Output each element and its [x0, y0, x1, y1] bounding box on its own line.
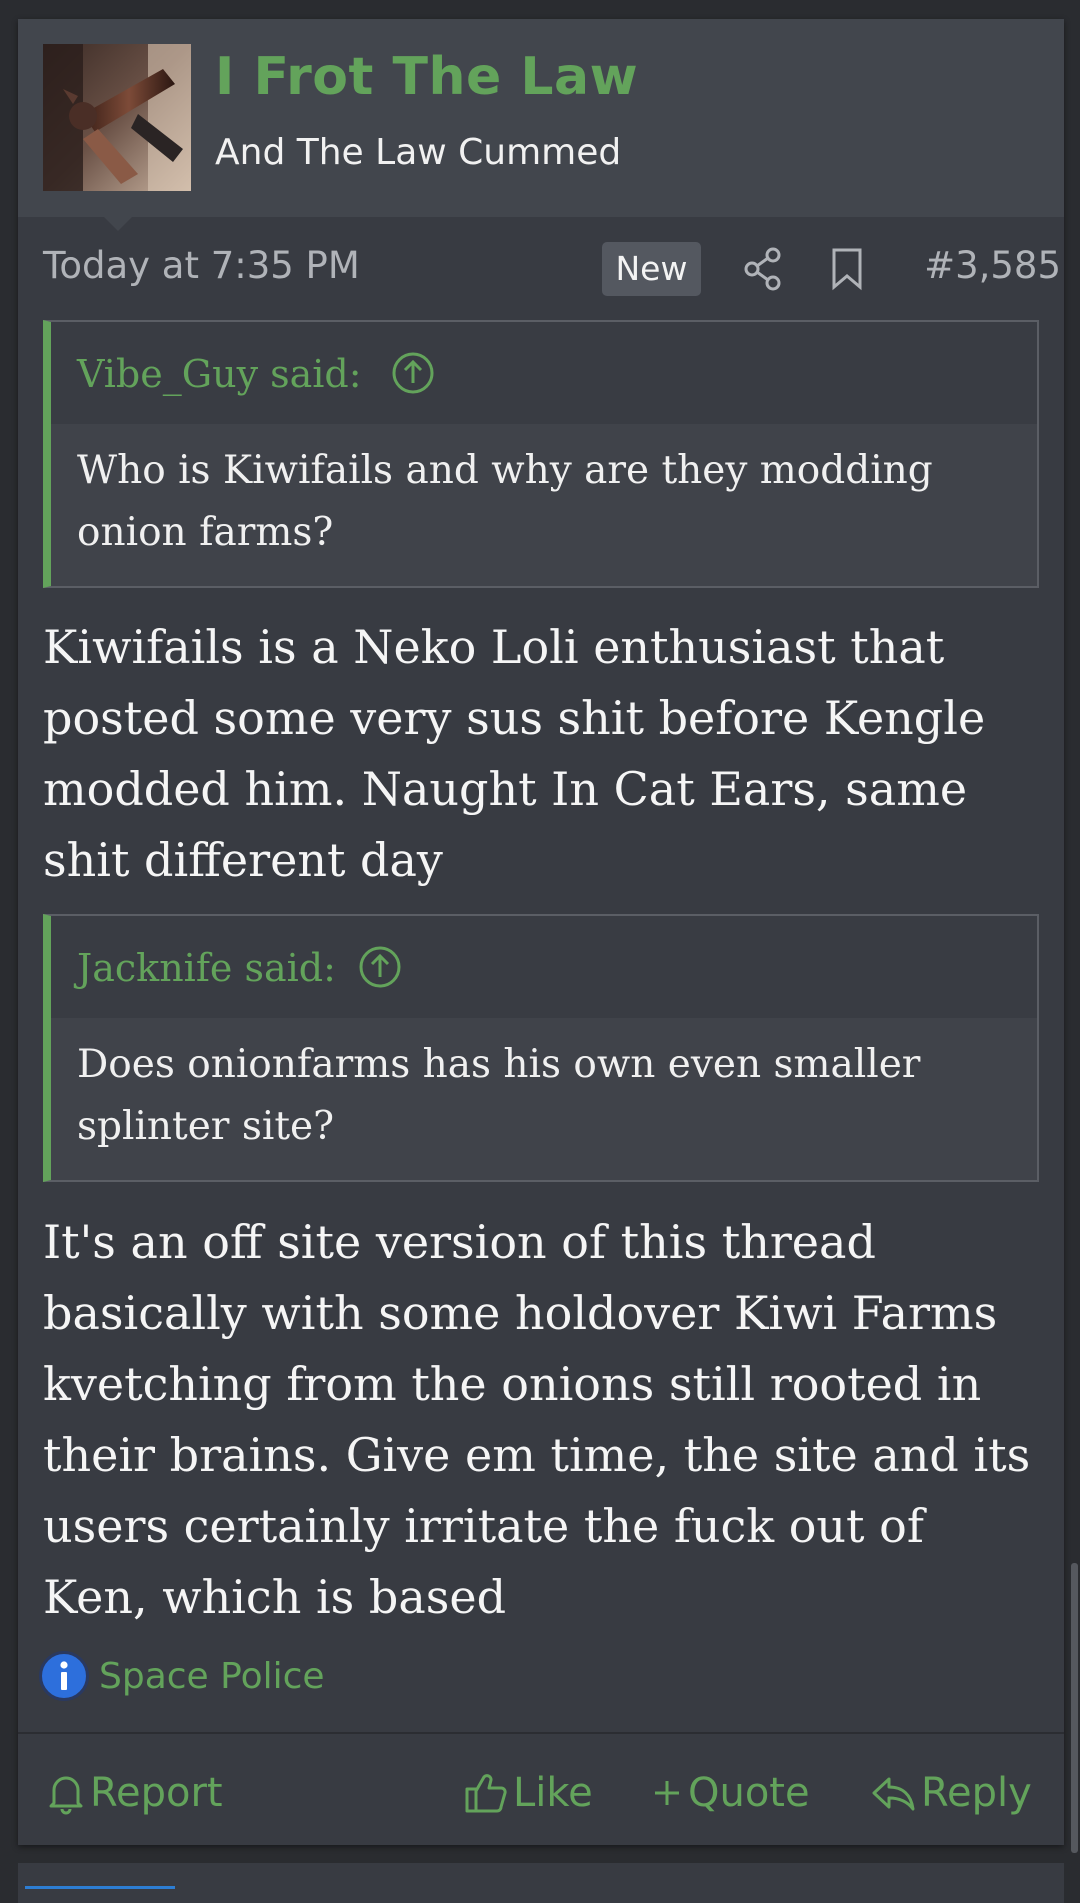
share-icon[interactable] — [743, 247, 783, 295]
thumbs-up-icon — [465, 1774, 507, 1813]
reply-text: It's an off site version of this thread … — [43, 1215, 1031, 1624]
bell-icon — [49, 1776, 83, 1815]
scrollbar[interactable] — [1071, 1563, 1078, 1853]
signature[interactable]: Space Police — [39, 1650, 325, 1702]
quote-label: Quote — [688, 1770, 810, 1816]
user-header: I Frot The Law And The Law Cummed — [18, 19, 1064, 217]
quote-author[interactable]: Jacknife said: — [77, 946, 336, 990]
header-caret — [104, 217, 132, 231]
quote-button[interactable]: Quote — [650, 1763, 810, 1823]
quote-block: Jacknife said: Does onionfarms has his o… — [43, 914, 1039, 1182]
like-button[interactable]: Like — [463, 1763, 593, 1823]
username[interactable]: I Frot The Law — [215, 47, 638, 107]
quote-header[interactable]: Jacknife said: — [51, 916, 1037, 1018]
reply-button[interactable]: Reply — [869, 1763, 1032, 1823]
new-badge: New — [602, 242, 701, 296]
quote-text: Who is Kiwifails and why are they moddin… — [77, 448, 933, 555]
user-title: And The Law Cummed — [215, 132, 622, 173]
bookmark-icon[interactable] — [830, 247, 864, 295]
avatar[interactable] — [43, 44, 191, 191]
post-container: I Frot The Law And The Law Cummed Today … — [18, 19, 1064, 1845]
quote-block: Vibe_Guy said: Who is Kiwifails and why … — [43, 320, 1039, 588]
arrow-up-circle-icon[interactable] — [358, 945, 402, 998]
like-label: Like — [513, 1770, 593, 1816]
post-number[interactable]: #3,585 — [924, 244, 1061, 287]
quote-header[interactable]: Vibe_Guy said: — [51, 322, 1037, 424]
footer-divider — [18, 1732, 1064, 1734]
signature-label[interactable]: Space Police — [99, 1656, 325, 1697]
quote-text: Does onionfarms has his own even smaller… — [77, 1042, 921, 1149]
info-icon — [39, 1651, 89, 1701]
reply-arrow-icon — [872, 1777, 915, 1811]
post-date[interactable]: Today at 7:35 PM — [43, 244, 360, 287]
quote-author[interactable]: Vibe_Guy said: — [77, 352, 362, 396]
reply-text: Kiwifails is a Neko Loli enthusiast that… — [43, 620, 986, 887]
report-label: Report — [90, 1770, 223, 1816]
reply-label: Reply — [921, 1770, 1032, 1816]
next-post-edge — [18, 1863, 1064, 1903]
arrow-up-circle-icon[interactable] — [391, 351, 435, 404]
plus-icon — [655, 1781, 679, 1805]
report-button[interactable]: Report — [46, 1763, 223, 1823]
